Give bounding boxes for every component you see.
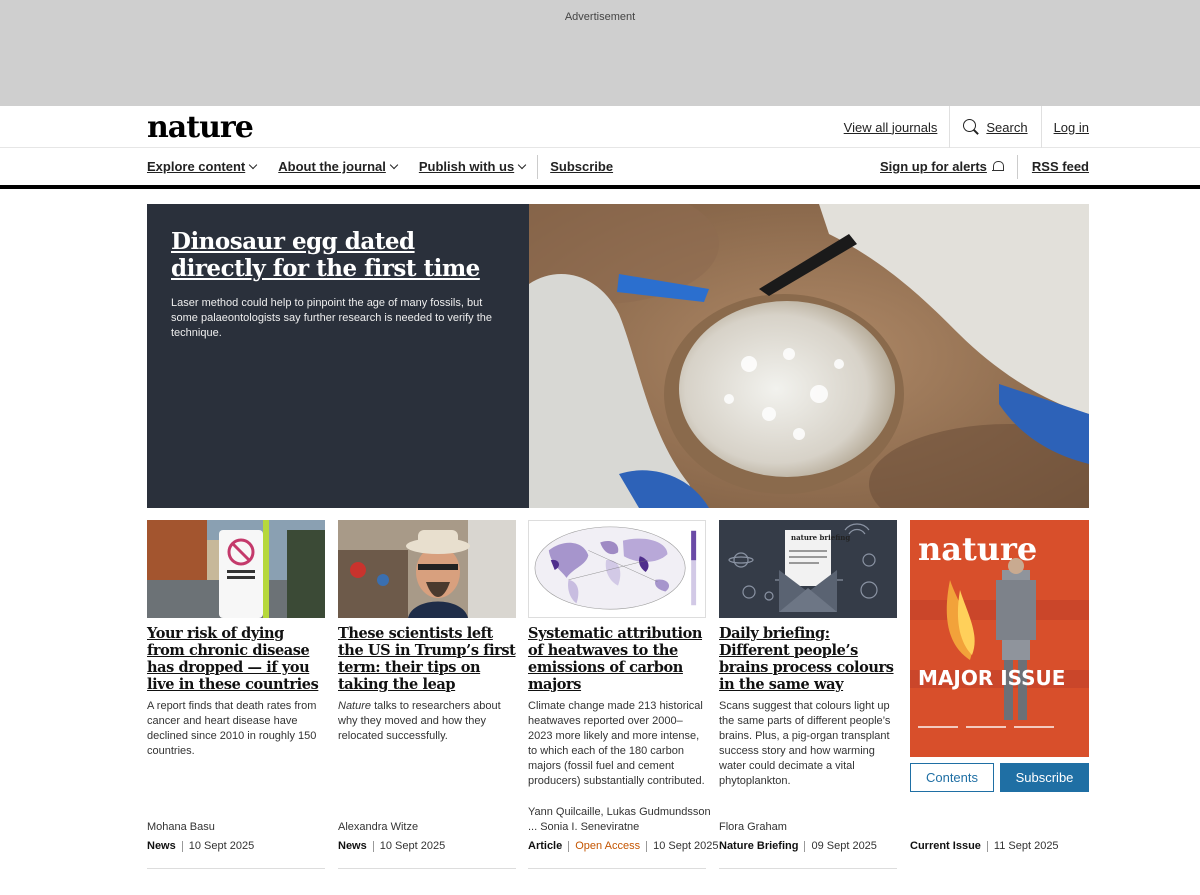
article-meta: Nature Briefing 09 Sept 2025 (719, 840, 877, 852)
header-links: View all journals Search Log in (832, 106, 1089, 148)
nav-explore-content[interactable]: Explore content (147, 159, 258, 174)
nav-item-label: Publish with us (418, 159, 515, 174)
advertisement-banner[interactable]: Advertisement (0, 0, 1200, 106)
issue-label: Current Issue (910, 840, 981, 852)
view-all-journals-link[interactable]: View all journals (832, 106, 950, 148)
article-type: News (147, 840, 176, 852)
article-author: Mohana Basu (147, 821, 215, 833)
article-type: Nature Briefing (719, 840, 799, 852)
article-meta: Article Open Access 10 Sept 2025 (528, 840, 719, 852)
nature-logo[interactable]: nature (147, 110, 254, 145)
article-title-link[interactable]: Your risk of dying from chronic disease … (147, 625, 325, 693)
article-description: Climate change made 213 historical heatw… (528, 700, 705, 787)
card-divider (719, 868, 897, 869)
open-access-badge: Open Access (575, 840, 641, 852)
hero-title-link[interactable]: Dinosaur egg dated directly for the firs… (171, 228, 505, 282)
rss-feed-link[interactable]: RSS feed (1032, 159, 1089, 174)
article-author-more: ... Sonia I. Seneviratne (528, 821, 640, 833)
nav-divider (1016, 154, 1018, 179)
chevron-down-icon (517, 160, 527, 170)
search-button[interactable]: Search (950, 106, 1040, 148)
main-nav: Explore content About the journal Publis… (0, 148, 1200, 189)
journal-name: Nature (338, 700, 372, 712)
article-date: 09 Sept 2025 (811, 840, 877, 852)
meta-divider (568, 840, 570, 852)
chevron-down-icon (249, 160, 258, 170)
nav-item-label: About the journal (278, 159, 386, 174)
subscribe-button[interactable]: Subscribe (1000, 763, 1089, 792)
alerts-label: Sign up for alerts (880, 159, 987, 174)
issue-date: 11 Sept 2025 (993, 840, 1059, 852)
article-card[interactable]: Your risk of dying from chronic disease … (147, 520, 325, 759)
article-date: 10 Sept 2025 (653, 840, 719, 852)
article-author: Yann Quilcaille, Lukas Gudmundsson (528, 806, 711, 818)
article-card[interactable]: nature briefing Daily briefing: Differen… (719, 520, 897, 789)
meta-divider (181, 840, 183, 852)
nav-divider (537, 154, 539, 179)
chevron-down-icon (389, 160, 399, 170)
card-divider (528, 868, 706, 869)
article-type: News (338, 840, 367, 852)
article-date: 10 Sept 2025 (188, 840, 255, 852)
hero-text-panel: Dinosaur egg dated directly for the firs… (147, 204, 529, 508)
article-thumbnail[interactable]: nature briefing (719, 520, 897, 618)
article-title-link[interactable]: Daily briefing: Different people’s brain… (719, 625, 897, 693)
article-meta: News 10 Sept 2025 (147, 840, 254, 852)
article-card[interactable]: Systematic attribution of heatwaves to t… (528, 520, 706, 789)
article-description: A report finds that death rates from can… (147, 700, 317, 757)
nav-item-label: Explore content (147, 159, 246, 174)
hero-subtitle: Laser method could help to pinpoint the … (171, 297, 493, 339)
article-description: Scans suggest that colours light up the … (719, 700, 891, 787)
contents-button[interactable]: Contents (910, 763, 994, 792)
cover-headline: MAJOR ISSUE (918, 666, 1065, 690)
card-divider (147, 868, 325, 869)
article-date: 10 Sept 2025 (379, 840, 446, 852)
article-title-link[interactable]: Systematic attribution of heatwaves to t… (528, 625, 706, 693)
briefing-logo-text: nature briefing (791, 533, 850, 542)
article-card[interactable]: These scientists left the US in Trump’s … (338, 520, 516, 744)
article-thumbnail[interactable] (338, 520, 516, 618)
article-author: Alexandra Witze (338, 821, 419, 833)
article-thumbnail[interactable] (528, 520, 706, 618)
search-link[interactable]: Search (986, 106, 1027, 148)
advertisement-label: Advertisement (564, 11, 636, 23)
meta-divider (804, 840, 806, 852)
meta-divider (372, 840, 374, 852)
hero-article[interactable]: Dinosaur egg dated directly for the firs… (147, 204, 1089, 508)
journal-cover-image[interactable]: nature MAJOR ISSUE (910, 520, 1089, 757)
hero-image[interactable] (529, 204, 1089, 508)
site-header: nature View all journals Search Log in (0, 106, 1200, 148)
sign-up-alerts-link[interactable]: Sign up for alerts (880, 159, 1004, 174)
bell-icon (991, 160, 1004, 173)
nav-publish-with-us[interactable]: Publish with us (418, 159, 527, 174)
nav-subscribe-link[interactable]: Subscribe (550, 159, 613, 174)
issue-meta: Current Issue 11 Sept 2025 (910, 840, 1059, 852)
meta-divider (646, 840, 648, 852)
article-title-link[interactable]: These scientists left the US in Trump’s … (338, 625, 516, 693)
search-icon (963, 119, 979, 135)
article-author: Flora Graham (719, 821, 787, 833)
article-type: Article (528, 840, 563, 852)
article-thumbnail[interactable] (147, 520, 325, 618)
nav-about-journal[interactable]: About the journal (278, 159, 399, 174)
login-link[interactable]: Log in (1042, 106, 1089, 148)
card-divider (338, 868, 516, 869)
article-description: Nature talks to researchers about why th… (338, 699, 516, 744)
article-meta: News 10 Sept 2025 (338, 840, 445, 852)
meta-divider (986, 840, 988, 852)
